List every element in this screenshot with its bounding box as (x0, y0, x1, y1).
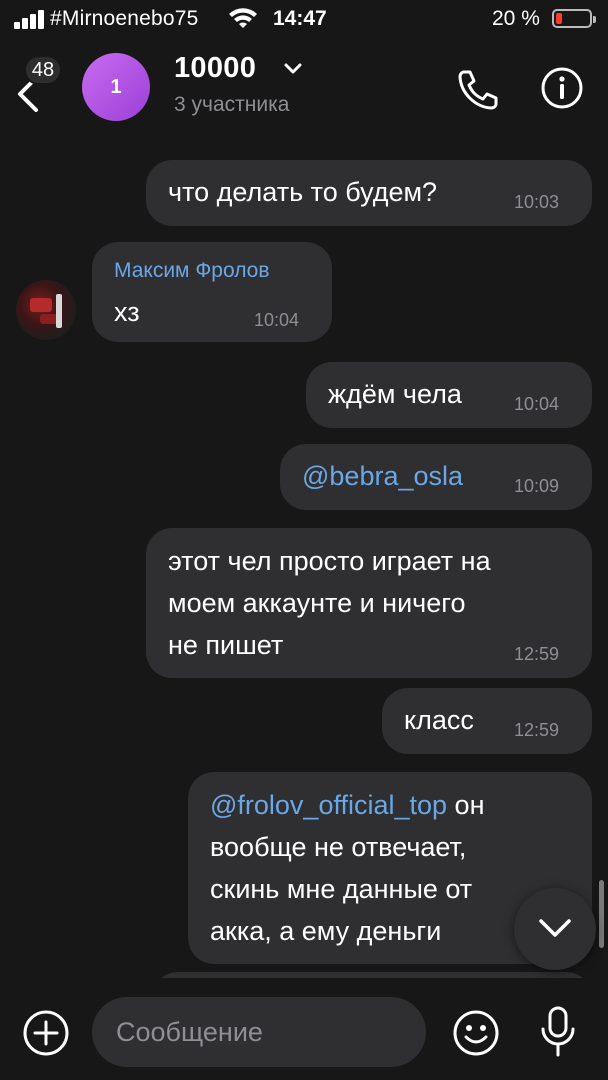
signal-icon (14, 9, 44, 29)
message-text-line: этот чел просто играет на (168, 546, 491, 576)
chevron-down-icon (539, 919, 571, 937)
message-time: 12:59 (514, 720, 560, 740)
microphone-icon[interactable] (540, 1005, 576, 1059)
message-text-line: моем аккаунте и ничего (168, 588, 466, 618)
message-time: 10:03 (514, 192, 560, 212)
message-text-line: акка, а ему деньги (210, 916, 442, 946)
info-icon[interactable] (540, 66, 584, 110)
message-outgoing[interactable]: ждём чела 10:04 (306, 362, 592, 428)
sender-name[interactable]: Максим Фролов (114, 259, 270, 283)
message-text: хз (114, 297, 140, 327)
message-text: что делать то будем? (168, 177, 438, 207)
mention-link[interactable]: @frolov_official_top (210, 790, 447, 820)
message-time: 12:59 (514, 644, 560, 664)
message-time: 10:09 (514, 476, 560, 496)
message-text: ждём чела (328, 379, 462, 409)
chat-title[interactable]: 10000 (174, 52, 256, 85)
message-text-line: вообще не отвечает, (210, 832, 467, 862)
chat-avatar[interactable]: 1 (82, 53, 150, 121)
scrollbar[interactable] (599, 880, 604, 948)
scroll-down-button[interactable] (514, 888, 596, 970)
message-outgoing[interactable]: этот чел просто играет на моем аккаунте … (146, 528, 592, 678)
message-outgoing[interactable]: @bebra_osla 10:09 (280, 444, 592, 510)
message-text: класс (404, 705, 474, 735)
message-text-line: @frolov_official_top он (210, 784, 484, 826)
message-time: 10:04 (514, 394, 560, 414)
wifi-icon (229, 8, 257, 28)
message-text-line: скинь мне данные от (210, 874, 473, 904)
message-incoming[interactable]: Максим Фролов хз 10:04 (92, 242, 332, 342)
message-text-line: не пишет (168, 630, 284, 660)
message-input[interactable]: Сообщение (92, 997, 426, 1067)
chat-header: 48 1 10000 3 участника (0, 40, 608, 136)
plus-icon[interactable] (22, 1009, 70, 1057)
battery-icon (552, 9, 596, 28)
emoji-icon[interactable] (452, 1009, 500, 1057)
message-text: он (447, 790, 485, 820)
mention-link[interactable]: @bebra_osla (302, 455, 463, 497)
message-input-placeholder: Сообщение (116, 1017, 263, 1047)
chevron-down-icon[interactable] (283, 62, 303, 76)
chat-subtitle: 3 участника (174, 93, 290, 116)
unread-badge[interactable]: 48 (24, 55, 62, 85)
message-time: 10:04 (254, 310, 300, 330)
battery-level (556, 13, 562, 24)
sender-avatar[interactable] (16, 280, 76, 340)
carrier-name: #Mirnoenebo75 (50, 7, 199, 30)
message-outgoing[interactable]: что делать то будем? 10:03 (146, 160, 592, 226)
phone-icon[interactable] (456, 66, 502, 112)
battery-percent: 20 % (492, 7, 540, 30)
message-outgoing[interactable]: класс 12:59 (382, 688, 592, 754)
clock: 14:47 (273, 7, 327, 30)
status-bar: #Mirnoenebo75 14:47 20 % (0, 0, 608, 40)
composer: Сообщение (0, 978, 608, 1080)
